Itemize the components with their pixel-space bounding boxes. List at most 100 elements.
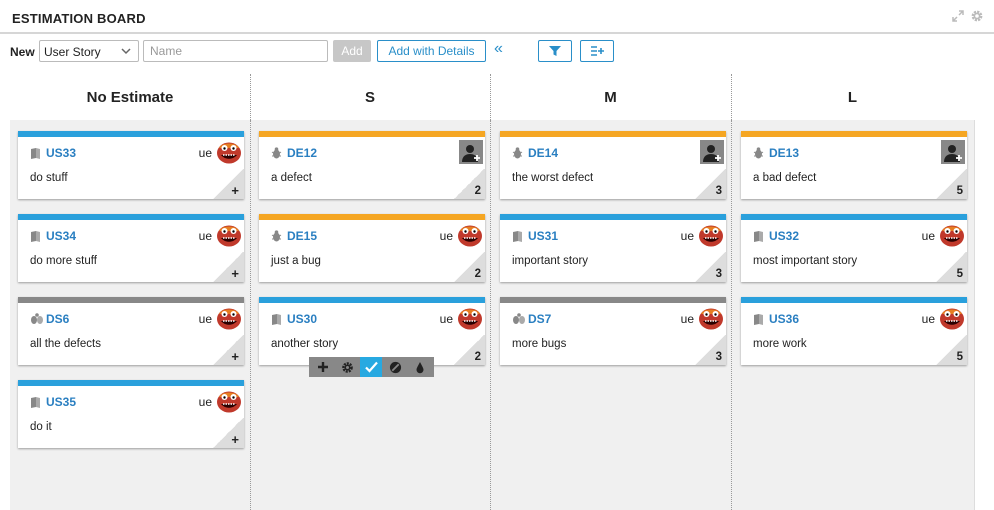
card-id-link[interactable]: US34 xyxy=(46,229,76,243)
board-titlebar: ESTIMATION BOARD xyxy=(0,0,994,34)
color-drop-icon[interactable] xyxy=(409,357,431,377)
avatar[interactable] xyxy=(698,223,724,252)
column-header-s: S xyxy=(364,88,375,106)
check-icon[interactable] xyxy=(360,357,383,377)
card-estimate[interactable]: 3 xyxy=(716,268,722,280)
board-title: ESTIMATION BOARD xyxy=(12,11,146,26)
card[interactable]: DE15 ue just a bug 2 xyxy=(259,214,485,282)
story-icon xyxy=(30,229,41,247)
avatar[interactable] xyxy=(216,140,242,169)
card-id-link[interactable]: DS7 xyxy=(528,312,551,326)
card[interactable]: US31 ue important story 3 xyxy=(500,214,726,282)
card-estimate[interactable]: 2 xyxy=(475,351,481,363)
add-estimate-button[interactable]: + xyxy=(231,183,239,198)
avatar[interactable] xyxy=(457,223,483,252)
card[interactable]: US36 ue more work 5 xyxy=(741,297,967,365)
name-input[interactable] xyxy=(143,40,328,62)
card-id-link[interactable]: US35 xyxy=(46,395,76,409)
assign-owner-icon[interactable] xyxy=(459,140,483,169)
card-estimate[interactable]: 5 xyxy=(957,185,963,197)
card[interactable]: DS6 ue all the defects + xyxy=(18,297,244,365)
card-id-link[interactable]: DE12 xyxy=(287,146,317,160)
chevron-down-icon xyxy=(120,45,132,60)
card-estimate[interactable]: 3 xyxy=(716,185,722,197)
avatar[interactable] xyxy=(457,306,483,335)
card-name[interactable]: more bugs xyxy=(512,338,566,350)
story-icon xyxy=(753,312,764,330)
card-id-link[interactable]: DE15 xyxy=(287,229,317,243)
gear-icon[interactable] xyxy=(970,9,984,23)
card-owner: ue xyxy=(439,312,453,326)
card-name[interactable]: just a bug xyxy=(271,255,321,267)
card[interactable]: US34 ue do more stuff + xyxy=(18,214,244,282)
artifact-type-select[interactable]: User Story xyxy=(39,40,139,62)
fields-button[interactable] xyxy=(580,40,614,62)
avatar[interactable] xyxy=(698,306,724,335)
add-estimate-button[interactable]: + xyxy=(231,349,239,364)
card-id-link[interactable]: US33 xyxy=(46,146,76,160)
story-icon xyxy=(753,229,764,247)
card-name[interactable]: the worst defect xyxy=(512,172,593,184)
card-name[interactable]: more work xyxy=(753,338,807,350)
card-name[interactable]: do it xyxy=(30,421,52,433)
plus-icon[interactable] xyxy=(312,357,334,377)
card-estimate[interactable]: 2 xyxy=(475,185,481,197)
card-id-link[interactable]: US32 xyxy=(769,229,799,243)
card-name[interactable]: all the defects xyxy=(30,338,101,350)
card-estimate[interactable]: 3 xyxy=(716,351,722,363)
avatar[interactable] xyxy=(216,223,242,252)
card-id-link[interactable]: US30 xyxy=(287,312,317,326)
defect-icon xyxy=(753,146,764,164)
add-button[interactable]: Add xyxy=(333,40,371,62)
card-id-link[interactable]: DE13 xyxy=(769,146,799,160)
card-id-link[interactable]: DE14 xyxy=(528,146,558,160)
card[interactable]: DE12 a defect 2 xyxy=(259,131,485,199)
expand-icon[interactable] xyxy=(952,10,964,22)
collapse-icon[interactable]: « xyxy=(494,40,503,58)
card-name[interactable]: a bad defect xyxy=(753,172,816,184)
card[interactable]: US32 ue most important story 5 xyxy=(741,214,967,282)
artifact-type-value: User Story xyxy=(44,45,101,59)
defect-icon xyxy=(271,146,282,164)
add-estimate-button[interactable]: + xyxy=(231,266,239,281)
add-with-details-button[interactable]: Add with Details xyxy=(377,40,486,62)
defect-suite-icon xyxy=(30,312,44,330)
card-estimate[interactable]: 2 xyxy=(475,268,481,280)
assign-owner-icon[interactable] xyxy=(941,140,965,169)
add-estimate-button[interactable]: + xyxy=(231,432,239,447)
column-header-no-estimate: No Estimate xyxy=(86,88,174,106)
new-label: New xyxy=(10,45,35,59)
card[interactable]: US33 ue do stuff + xyxy=(18,131,244,199)
card[interactable]: US35 ue do it + xyxy=(18,380,244,448)
card[interactable]: DS7 ue more bugs 3 xyxy=(500,297,726,365)
card-name[interactable]: do more stuff xyxy=(30,255,97,267)
card-name[interactable]: do stuff xyxy=(30,172,68,184)
card-id-link[interactable]: US36 xyxy=(769,312,799,326)
gear-icon[interactable] xyxy=(336,357,358,377)
card-name[interactable]: important story xyxy=(512,255,588,267)
defect-icon xyxy=(271,229,282,247)
card-id-link[interactable]: US31 xyxy=(528,229,558,243)
card-owner: ue xyxy=(921,229,935,243)
card-id-link[interactable]: DS6 xyxy=(46,312,69,326)
card-name[interactable]: most important story xyxy=(753,255,857,267)
column-headers: No Estimate S M L xyxy=(10,74,974,120)
avatar[interactable] xyxy=(216,389,242,418)
blocked-icon[interactable] xyxy=(385,357,407,377)
scrollbar-track[interactable] xyxy=(974,120,988,510)
assign-owner-icon[interactable] xyxy=(700,140,724,169)
avatar[interactable] xyxy=(939,306,965,335)
card-estimate[interactable]: 5 xyxy=(957,351,963,363)
card-name[interactable]: a defect xyxy=(271,172,312,184)
filter-button[interactable] xyxy=(538,40,572,62)
card-estimate[interactable]: 5 xyxy=(957,268,963,280)
card[interactable]: DE13 a bad defect 5 xyxy=(741,131,967,199)
estimate-corner xyxy=(212,335,244,365)
card[interactable]: US30 ue another story 2 xyxy=(259,297,485,365)
avatar[interactable] xyxy=(939,223,965,252)
story-icon xyxy=(512,229,523,247)
avatar[interactable] xyxy=(216,306,242,335)
column-divider xyxy=(731,120,732,510)
card[interactable]: DE14 the worst defect 3 xyxy=(500,131,726,199)
card-name[interactable]: another story xyxy=(271,338,338,350)
